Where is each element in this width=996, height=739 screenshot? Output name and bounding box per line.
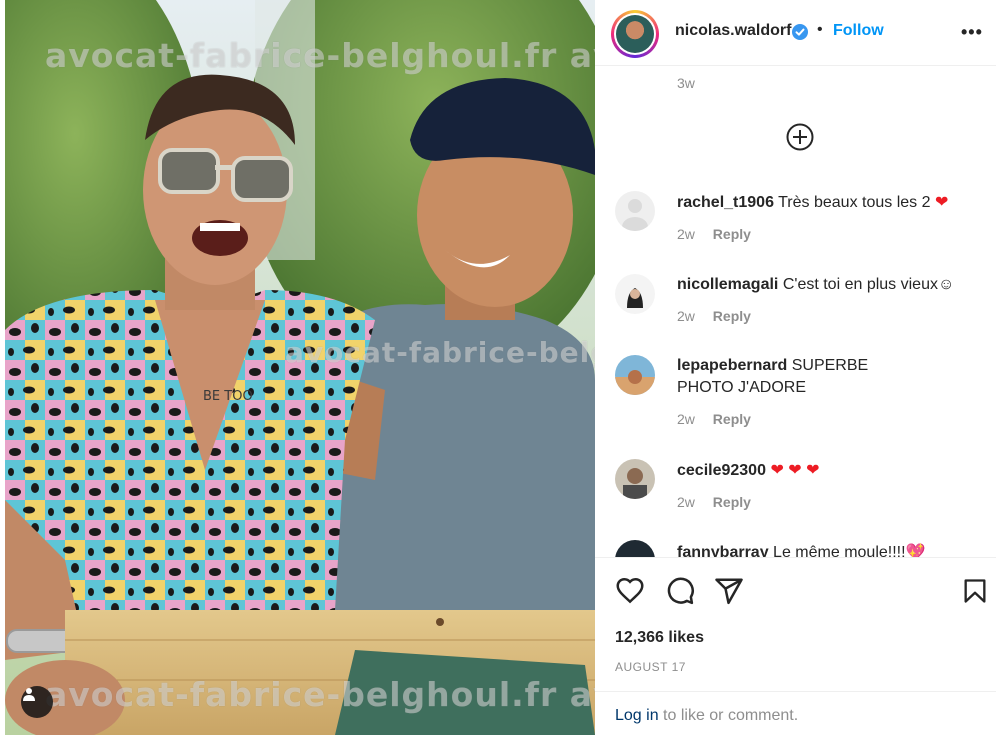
post-age: 3w: [677, 75, 695, 91]
likes-count[interactable]: 12,366 likes: [615, 629, 704, 647]
post-panel: nicolas.waldorf • Follow ••• 3w rachel_t…: [595, 0, 996, 739]
commenter-avatar[interactable]: [615, 540, 655, 557]
commenter-username[interactable]: rachel_t1906: [677, 194, 774, 211]
header-separator: •: [817, 21, 823, 38]
comment-emoji: ☺: [937, 276, 955, 293]
verified-badge-icon: [792, 24, 808, 40]
save-bookmark-icon[interactable]: [961, 576, 989, 606]
post-date: AUGUST 17: [615, 660, 686, 674]
tattoo-text: BE TOO: [203, 389, 253, 404]
comment-text: Très beaux tous les 2: [778, 194, 931, 211]
comment-text: Le même moule!!!!: [773, 544, 906, 557]
author-username[interactable]: nicolas.waldorf: [675, 22, 791, 40]
user-tag-button[interactable]: [21, 686, 53, 718]
share-icon[interactable]: [714, 576, 744, 606]
photo-illustration: BE TOO: [5, 0, 595, 735]
comment-text: C'est toi en plus vieux: [782, 276, 938, 293]
more-options-icon[interactable]: •••: [961, 22, 983, 43]
add-circle-icon[interactable]: [785, 122, 815, 152]
commenter-username[interactable]: fannybarray: [677, 544, 769, 557]
comment-age: 2w: [677, 308, 695, 324]
commenter-username[interactable]: lepapebernard: [677, 357, 787, 374]
comment-age: 2w: [677, 411, 695, 427]
login-prompt-text: to like or comment.: [658, 707, 799, 724]
reply-button[interactable]: Reply: [713, 308, 751, 324]
comment-emoji: 💖: [905, 544, 926, 557]
reply-button[interactable]: Reply: [713, 411, 751, 427]
reply-button[interactable]: Reply: [713, 226, 751, 242]
comments-list[interactable]: 3w rachel_t1906 Très beaux tous les 2 ❤ …: [595, 67, 996, 557]
post-header: nicolas.waldorf • Follow •••: [595, 0, 996, 66]
author-avatar[interactable]: [611, 10, 659, 58]
comment-emoji: ❤: [934, 194, 949, 211]
commenter-avatar[interactable]: [615, 459, 655, 499]
commenter-avatar[interactable]: [615, 191, 655, 231]
post-photo[interactable]: BE TOO avocat-fabrice-belghoul.fr avocat…: [5, 0, 595, 735]
login-prompt: Log in to like or comment.: [595, 691, 996, 725]
comment-emoji: ❤ ❤ ❤: [770, 462, 820, 479]
commenter-username[interactable]: nicollemagali: [677, 276, 778, 293]
reply-button[interactable]: Reply: [713, 494, 751, 510]
commenter-avatar[interactable]: [615, 355, 655, 395]
commenter-avatar[interactable]: [615, 274, 655, 314]
user-tag-icon: [23, 688, 35, 701]
commenter-username[interactable]: cecile92300: [677, 462, 766, 479]
follow-button[interactable]: Follow: [833, 22, 884, 40]
comment-icon[interactable]: [665, 576, 695, 606]
comment-age: 2w: [677, 494, 695, 510]
post-actions: 12,366 likes AUGUST 17 Log in to like or…: [595, 557, 996, 739]
login-link[interactable]: Log in: [615, 707, 659, 724]
like-heart-icon[interactable]: [615, 576, 645, 606]
comment-age: 2w: [677, 226, 695, 242]
